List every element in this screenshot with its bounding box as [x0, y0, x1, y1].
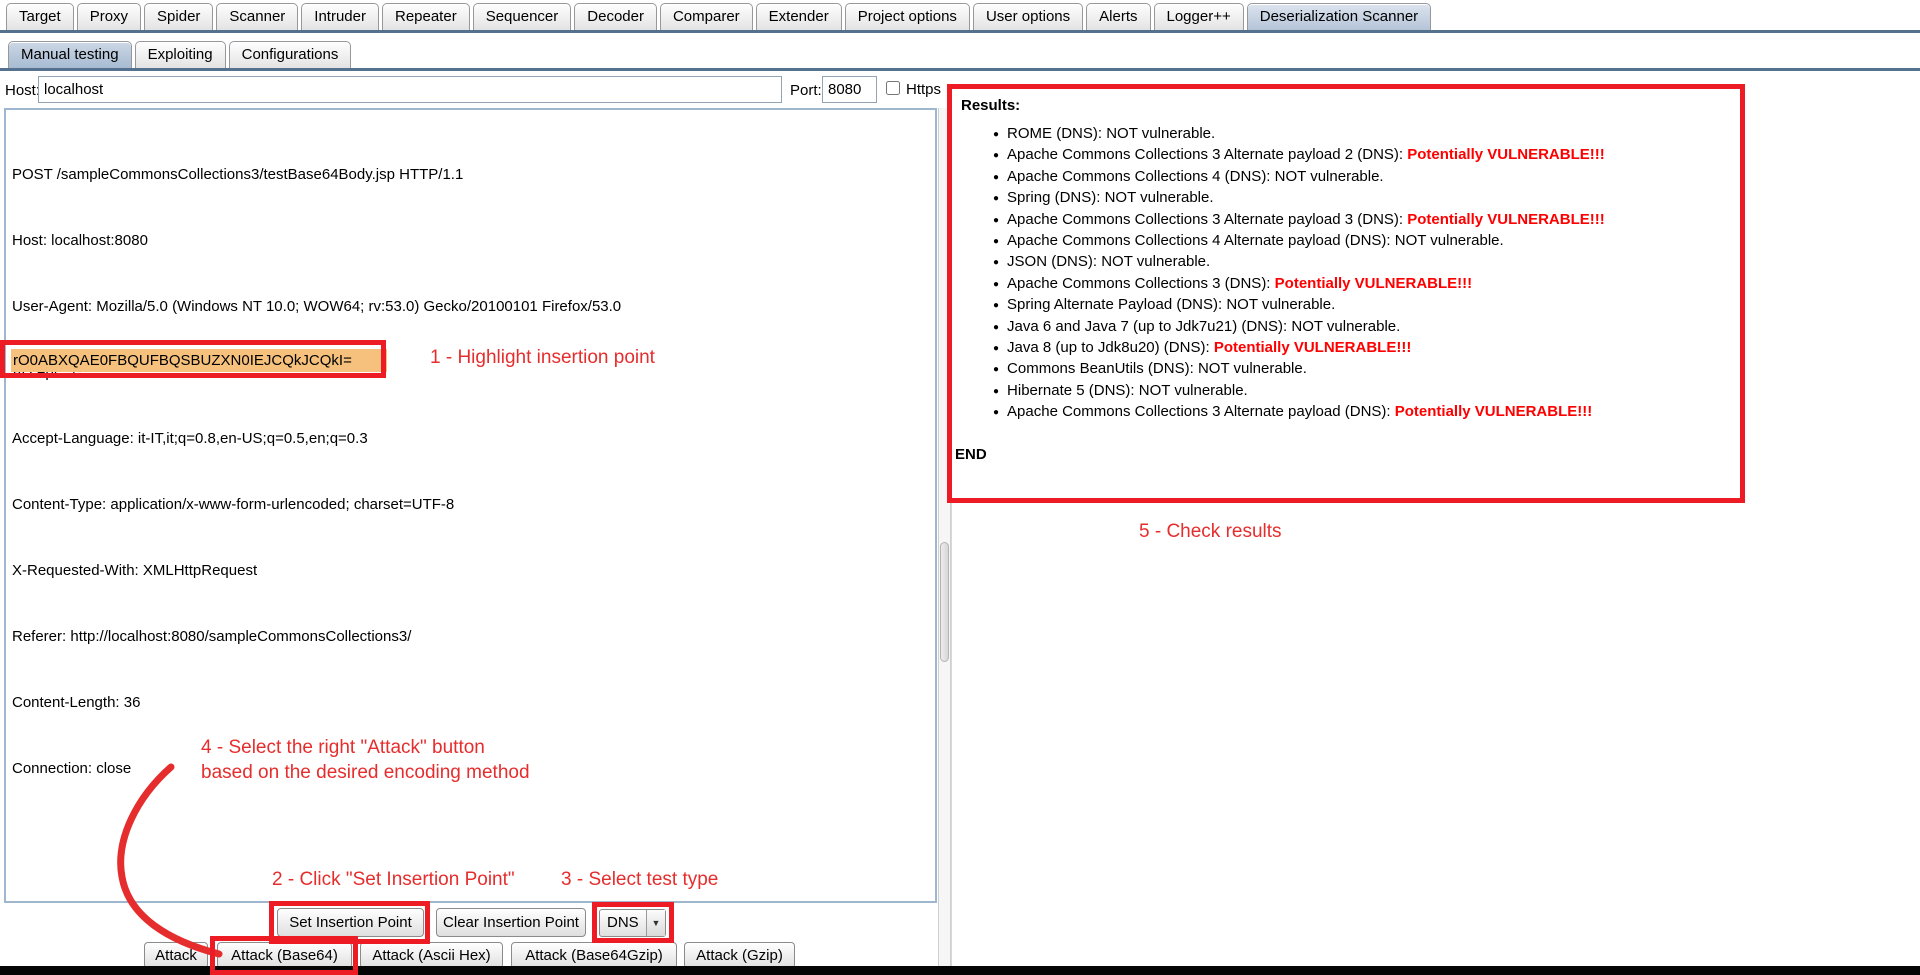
tab-repeater[interactable]: Repeater [382, 3, 470, 30]
annotation-box-insertion-point [0, 340, 386, 378]
host-input[interactable] [38, 76, 782, 103]
annotation-box-test-type [592, 902, 674, 943]
annotation-4-line1: 4 - Select the right "Attack" button [201, 737, 485, 759]
tab-configurations[interactable]: Configurations [229, 41, 352, 68]
port-input[interactable] [822, 76, 877, 103]
annotation-4-line2: based on the desired encoding method [201, 762, 530, 784]
tab-project-options[interactable]: Project options [845, 3, 970, 30]
host-label: Host: [5, 82, 40, 99]
tab-alerts[interactable]: Alerts [1086, 3, 1150, 30]
annotation-box-attack-base64 [210, 936, 358, 975]
tab-comparer[interactable]: Comparer [660, 3, 753, 30]
https-checkbox[interactable] [886, 81, 900, 95]
tab-extender[interactable]: Extender [756, 3, 842, 30]
request-line: Referer: http://localhost:8080/sampleCom… [12, 626, 621, 648]
tab-intruder[interactable]: Intruder [301, 3, 379, 30]
tab-target[interactable]: Target [6, 3, 74, 30]
request-text: POST /sampleCommonsCollections3/testBase… [12, 120, 621, 824]
tab-deserialization-scanner[interactable]: Deserialization Scanner [1247, 3, 1431, 30]
tab-sequencer[interactable]: Sequencer [473, 3, 572, 30]
request-line: POST /sampleCommonsCollections3/testBase… [12, 164, 621, 186]
tab-proxy[interactable]: Proxy [77, 3, 141, 30]
request-line: Host: localhost:8080 [12, 230, 621, 252]
request-line: User-Agent: Mozilla/5.0 (Windows NT 10.0… [12, 296, 621, 318]
clear-insertion-point-button[interactable]: Clear Insertion Point [436, 908, 586, 937]
tab-user-options[interactable]: User options [973, 3, 1083, 30]
tab-decoder[interactable]: Decoder [574, 3, 657, 30]
request-scrollbar-thumb[interactable] [940, 542, 949, 662]
annotation-2: 2 - Click "Set Insertion Point" [272, 869, 515, 891]
tab-scanner[interactable]: Scanner [216, 3, 298, 30]
tab-spider[interactable]: Spider [144, 3, 213, 30]
https-label: Https [906, 81, 941, 98]
annotation-3: 3 - Select test type [561, 869, 718, 891]
annotation-box-results [947, 84, 1745, 503]
tab-logger[interactable]: Logger++ [1154, 3, 1244, 30]
request-line: X-Requested-With: XMLHttpRequest [12, 560, 621, 582]
deserialization-scanner-window: Target Proxy Spider Scanner Intruder Rep… [0, 0, 1920, 975]
request-line: Content-Type: application/x-www-form-url… [12, 494, 621, 516]
tab-exploiting[interactable]: Exploiting [135, 41, 226, 68]
request-line: Content-Length: 36 [12, 692, 621, 714]
attack-ascii-hex-button[interactable]: Attack (Ascii Hex) [360, 942, 503, 969]
tab-manual-testing[interactable]: Manual testing [8, 41, 132, 68]
main-tab-bar: Target Proxy Spider Scanner Intruder Rep… [0, 0, 1920, 33]
annotation-5: 5 - Check results [1139, 521, 1282, 543]
sub-tab-bar: Manual testing Exploiting Configurations [0, 40, 1920, 71]
attack-gzip-button[interactable]: Attack (Gzip) [684, 942, 795, 969]
port-label: Port: [790, 82, 822, 99]
attack-base64gzip-button[interactable]: Attack (Base64Gzip) [511, 942, 677, 969]
request-line: Accept-Language: it-IT,it;q=0.8,en-US;q=… [12, 428, 621, 450]
annotation-1: 1 - Highlight insertion point [430, 347, 655, 369]
